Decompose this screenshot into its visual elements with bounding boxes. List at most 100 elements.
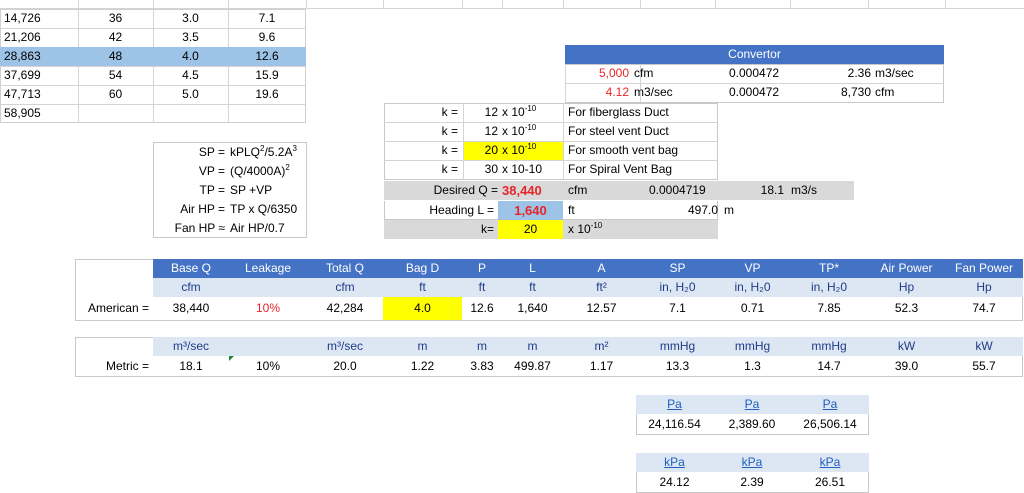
cell-d[interactable]: 48 [78, 47, 153, 66]
pa-header-sp[interactable]: Pa [636, 395, 713, 414]
desired-q-unit: cfm [568, 183, 588, 197]
k-label: k = [441, 162, 458, 176]
pa-header-tp[interactable]: Pa [791, 395, 869, 414]
metric-a[interactable]: 1.17 [563, 357, 640, 376]
desired-q-value[interactable]: 38,440 [502, 181, 562, 200]
heading-l-value[interactable]: 1,640 [498, 201, 563, 220]
metric-base-q[interactable]: 18.1 [153, 357, 229, 376]
american-base-q[interactable]: 38,440 [153, 299, 229, 318]
kpa-header-vp[interactable]: kPa [713, 453, 791, 472]
pa-tp[interactable]: 26,506.14 [791, 415, 869, 434]
cell-d[interactable]: 42 [78, 28, 153, 47]
cell-a[interactable]: 7.1 [228, 9, 306, 28]
unit-fan-power: Hp [976, 280, 992, 294]
kpa-tp[interactable]: 26.51 [791, 473, 869, 492]
cell-d2[interactable]: 3.5 [153, 28, 228, 47]
cell-d[interactable] [78, 104, 153, 123]
k-label: k = [441, 124, 458, 138]
k-value[interactable]: 20 [464, 141, 498, 160]
kpa-sp[interactable]: 24.12 [636, 473, 713, 492]
cell-d[interactable]: 60 [78, 85, 153, 104]
k-value[interactable]: 30 [464, 160, 498, 179]
k-multiplier: x 10-10 [502, 162, 543, 176]
header-l: L [529, 261, 536, 275]
metric-leakage[interactable]: 10% [229, 357, 307, 376]
cell-a[interactable]: 15.9 [228, 66, 306, 85]
kpa-header-sp[interactable]: kPa [636, 453, 713, 472]
convertor-input-cfm[interactable]: 5,000 [565, 64, 629, 83]
k-value[interactable]: 12 [464, 103, 498, 122]
pa-sp[interactable]: 24,116.54 [636, 415, 713, 434]
american-a[interactable]: 12.57 [563, 299, 640, 318]
metric-unit-sp: mmHg [659, 339, 696, 353]
cell-d[interactable]: 54 [78, 66, 153, 85]
cell-a[interactable]: 9.6 [228, 28, 306, 47]
cell-q[interactable]: 28,863 [4, 47, 78, 66]
metric-tp[interactable]: 14.7 [790, 357, 868, 376]
convertor-factor: 0.000472 [729, 66, 780, 80]
cell-q[interactable]: 37,699 [4, 66, 78, 85]
cell-d2[interactable] [153, 104, 228, 123]
header-sp: SP [669, 261, 686, 275]
formula-sp-label: SP = [198, 145, 225, 159]
unit-air-power: Hp [898, 280, 915, 294]
cell-d2[interactable]: 4.5 [153, 66, 228, 85]
pa-vp[interactable]: 2,389.60 [713, 415, 791, 434]
american-l[interactable]: 1,640 [502, 299, 563, 318]
american-p[interactable]: 12.6 [462, 299, 502, 318]
header-fan-power: Fan Power [954, 261, 1014, 275]
convertor-input-m3s[interactable]: 4.12 [565, 83, 629, 102]
k-value[interactable]: 12 [464, 122, 498, 141]
american-bag-d[interactable]: 4.0 [383, 299, 462, 318]
cell-d2[interactable]: 4.0 [153, 47, 228, 66]
american-tp[interactable]: 7.85 [790, 299, 868, 318]
cell-q[interactable]: 58,905 [4, 104, 78, 123]
american-total-q[interactable]: 42,284 [307, 299, 383, 318]
american-sp[interactable]: 7.1 [640, 299, 715, 318]
formula-airhp-label: Air HP = [180, 202, 225, 216]
k-equals-value[interactable]: 20 [498, 220, 563, 239]
cell-q[interactable]: 47,713 [4, 85, 78, 104]
metric-l[interactable]: 499.87 [502, 357, 563, 376]
metric-p[interactable]: 3.83 [462, 357, 502, 376]
heading-l-label: Heading L = [429, 203, 494, 217]
k-description: For fiberglass Duct [568, 105, 669, 119]
metric-total-q[interactable]: 20.0 [307, 357, 383, 376]
convertor-result-unit: m3/sec [875, 66, 914, 80]
unit-a: ft² [596, 280, 607, 294]
cell-a[interactable]: 12.6 [228, 47, 306, 66]
kpa-table: kPa kPa kPa 24.12 2.39 26.51 [636, 453, 869, 493]
metric-sp[interactable]: 13.3 [640, 357, 715, 376]
formula-vp: (Q/4000A)2 [230, 163, 290, 179]
metric-air-power[interactable]: 39.0 [868, 357, 945, 376]
cell-a[interactable] [228, 104, 306, 123]
grid-line [640, 0, 641, 8]
metric-unit-total-q: m³/sec [327, 339, 363, 353]
american-leakage[interactable]: 10% [229, 299, 307, 318]
american-fan-power[interactable]: 74.7 [945, 299, 1023, 318]
kpa-header-tp[interactable]: kPa [791, 453, 869, 472]
k-description: For steel vent Duct [568, 124, 669, 138]
metric-bag-d[interactable]: 1.22 [383, 357, 462, 376]
american-vp[interactable]: 0.71 [715, 299, 790, 318]
kpa-vp[interactable]: 2.39 [713, 473, 791, 492]
grid-line [228, 0, 229, 8]
pa-header-vp[interactable]: Pa [713, 395, 791, 414]
cell-d[interactable]: 36 [78, 9, 153, 28]
unit-leakage [229, 278, 307, 297]
cell-q[interactable]: 14,726 [4, 9, 78, 28]
american-air-power[interactable]: 52.3 [868, 299, 945, 318]
metric-fan-power[interactable]: 55.7 [945, 357, 1023, 376]
convertor-result: 8,730 [840, 85, 871, 99]
header-base-q: Base Q [170, 261, 212, 275]
unit-vp: in, H₂0 [734, 280, 771, 294]
metric-vp[interactable]: 1.3 [715, 357, 790, 376]
cell-a[interactable]: 19.6 [228, 85, 306, 104]
cell-d2[interactable]: 5.0 [153, 85, 228, 104]
unit-total-q: cfm [335, 280, 355, 294]
cell-d2[interactable]: 3.0 [153, 9, 228, 28]
grid-line [153, 0, 154, 8]
cell-q[interactable]: 21,206 [4, 28, 78, 47]
formula-vp-label: VP = [198, 164, 225, 178]
k-factor-table: k = 12 x 10-10 For fiberglass Duct k = 1… [384, 103, 854, 239]
